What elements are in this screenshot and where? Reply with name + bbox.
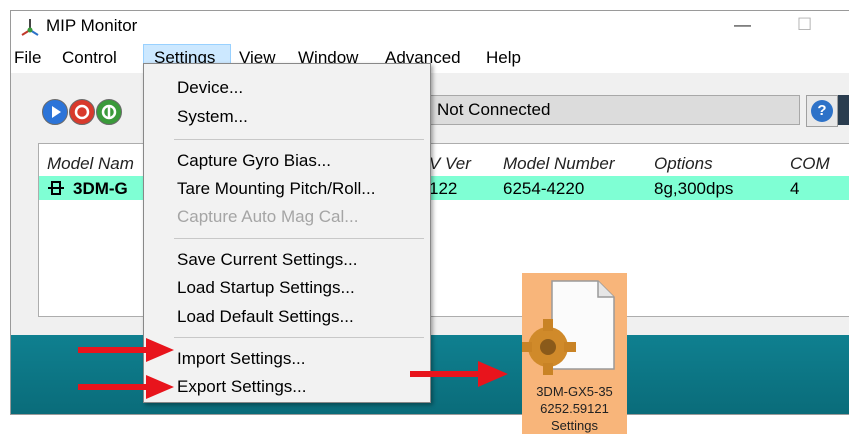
menu-item-load-default[interactable]: Load Default Settings... xyxy=(177,307,354,327)
arrow-export-icon xyxy=(78,375,174,399)
play-button[interactable] xyxy=(42,99,68,125)
column-com[interactable]: COM xyxy=(790,154,830,174)
file-caption-line: Settings xyxy=(551,418,598,433)
settings-file-caption: 3DM-GX5-35 6252.59121 Settings xyxy=(522,383,627,434)
menu-separator xyxy=(174,139,424,140)
column-fw-ver[interactable]: V Ver xyxy=(429,154,471,174)
file-caption-line: 3DM-GX5-35 xyxy=(536,384,613,399)
menu-help[interactable]: Help xyxy=(486,48,521,68)
connection-status-text: Not Connected xyxy=(437,100,551,119)
cell-com: 4 xyxy=(790,179,800,198)
record-button[interactable] xyxy=(96,99,122,125)
menu-item-system[interactable]: System... xyxy=(177,107,248,127)
settings-file-icon xyxy=(522,280,615,375)
menu-separator xyxy=(174,337,424,338)
title-bar: MIP Monitor — ☐ xyxy=(11,11,849,43)
column-model-name[interactable]: Model Nam xyxy=(47,154,134,174)
help-icon: ? xyxy=(811,100,833,122)
menu-item-save-current[interactable]: Save Current Settings... xyxy=(177,250,357,270)
menu-item-capture-auto-mag-cal: Capture Auto Mag Cal... xyxy=(177,207,359,226)
menu-file[interactable]: File xyxy=(14,48,41,68)
menu-item-export-settings[interactable]: Export Settings... xyxy=(177,377,306,397)
settings-dropdown: Device... System... Capture Gyro Bias...… xyxy=(143,63,431,403)
column-model-number[interactable]: Model Number xyxy=(503,154,615,174)
play-icon xyxy=(52,106,61,118)
window-title: MIP Monitor xyxy=(46,16,138,35)
stop-icon xyxy=(74,104,90,120)
maximize-button[interactable]: ☐ xyxy=(797,15,812,35)
cell-fw-ver: 122 xyxy=(429,179,458,198)
menu-item-load-startup[interactable]: Load Startup Settings... xyxy=(177,278,355,298)
menu-item-import-settings[interactable]: Import Settings... xyxy=(177,349,306,369)
menu-item-tare-mounting[interactable]: Tare Mounting Pitch/Roll... xyxy=(177,179,375,199)
column-options[interactable]: Options xyxy=(654,154,713,174)
menu-separator xyxy=(174,238,424,239)
record-icon xyxy=(101,104,117,120)
device-icon xyxy=(48,181,64,195)
cell-model-name: 3DM-G xyxy=(73,179,128,198)
cell-model-number: 6254-4220 xyxy=(503,179,585,198)
help-button[interactable]: ? xyxy=(806,95,838,127)
menu-item-device[interactable]: Device... xyxy=(177,78,243,98)
cell-options: 8g,300dps xyxy=(654,179,734,198)
connection-status: Not Connected xyxy=(406,95,800,125)
stop-button[interactable] xyxy=(69,99,95,125)
app-icon xyxy=(21,19,39,36)
settings-file[interactable]: 3DM-GX5-35 6252.59121 Settings xyxy=(522,273,627,434)
toolbar-edge xyxy=(838,95,849,125)
arrow-import-icon xyxy=(78,338,174,362)
file-caption-line: 6252.59121 xyxy=(540,401,609,416)
menu-control[interactable]: Control xyxy=(62,48,117,68)
arrow-file-icon xyxy=(410,361,508,387)
minimize-button[interactable]: — xyxy=(734,15,751,35)
menu-item-capture-gyro-bias[interactable]: Capture Gyro Bias... xyxy=(177,151,331,171)
